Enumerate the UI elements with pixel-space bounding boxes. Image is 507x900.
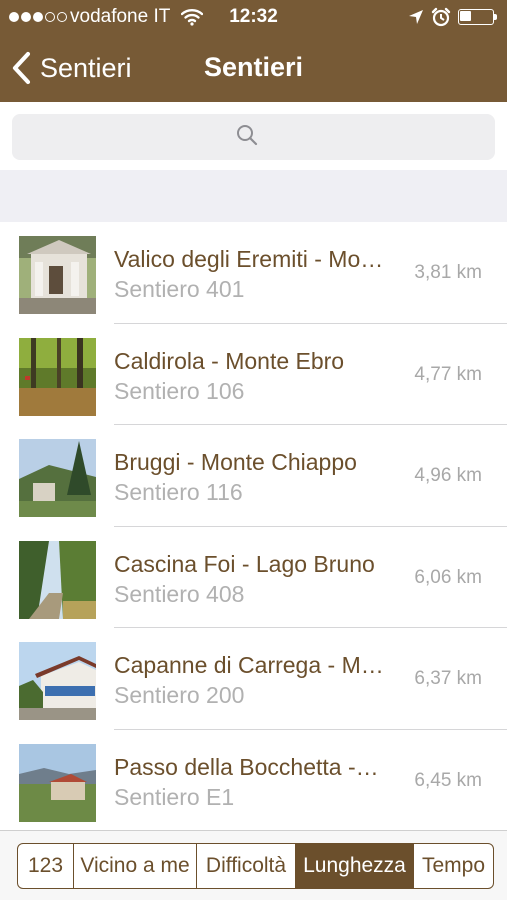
alarm-clock-icon — [431, 7, 451, 27]
trail-title: Passo della Bocchetta -… — [114, 753, 379, 780]
trail-subtitle: Sentiero 200 — [114, 682, 245, 708]
header: vodafone IT 12:32 Sentieri Sentieri — [0, 0, 507, 102]
trail-item[interactable]: Bruggi - Monte Chiappo Sentiero 116 4,96… — [0, 425, 507, 527]
location-arrow-icon — [409, 10, 423, 24]
trail-thumbnail — [19, 337, 96, 416]
trail-list: Valico degli Eremiti - Mo… Sentiero 401 … — [0, 222, 507, 831]
search-bar — [0, 102, 507, 170]
trail-distance: 3,81 km — [414, 262, 482, 283]
trail-subtitle: Sentiero 408 — [114, 580, 245, 607]
trail-title: Caldirola - Monte Ebro — [114, 347, 345, 374]
trail-thumbnail — [19, 642, 96, 720]
trail-thumbnail — [19, 236, 96, 314]
trail-thumbnail — [19, 439, 96, 517]
trail-item[interactable]: Cascina Foi - Lago Bruno Sentiero 408 6,… — [0, 527, 507, 628]
magnifier-icon — [237, 125, 258, 146]
navigation-bar: Sentieri Sentieri — [0, 34, 507, 102]
trail-thumbnail — [19, 540, 96, 619]
trail-thumbnail — [19, 743, 96, 822]
trail-item[interactable]: Capanne di Carrega - M… Sentiero 200 6,3… — [0, 628, 507, 730]
trail-item[interactable]: Caldirola - Monte Ebro Sentiero 106 4,77… — [0, 324, 507, 425]
sort-toolbar: 123 Vicino a me Difficoltà Lunghezza Tem… — [0, 830, 507, 900]
trail-title: Cascina Foi - Lago Bruno — [114, 550, 375, 577]
trail-subtitle: Sentiero E1 — [114, 783, 235, 810]
status-bar: vodafone IT 12:32 — [0, 0, 507, 34]
section-header — [0, 170, 507, 222]
page-title: Sentieri — [203, 52, 304, 82]
trail-item[interactable]: Passo della Bocchetta -… Sentiero E1 6,4… — [0, 730, 507, 832]
trail-subtitle: Sentiero 401 — [114, 276, 245, 302]
trail-subtitle: Sentiero 106 — [114, 377, 245, 404]
trail-distance: 6,37 km — [414, 668, 482, 689]
trail-distance: 4,77 km — [414, 363, 482, 385]
trail-subtitle: Sentiero 116 — [114, 479, 243, 505]
trail-distance: 6,45 km — [414, 769, 482, 791]
trail-title: Bruggi - Monte Chiappo — [114, 449, 357, 475]
battery-icon — [458, 9, 498, 25]
sort-option-number[interactable]: 123 — [18, 844, 74, 888]
sort-option-time[interactable]: Tempo — [414, 844, 493, 888]
trail-item[interactable]: Valico degli Eremiti - Mo… Sentiero 401 … — [0, 222, 507, 324]
sort-option-difficulty[interactable]: Difficoltà — [197, 844, 296, 888]
trail-distance: 4,96 km — [414, 465, 482, 486]
screen: vodafone IT 12:32 Sentieri Sentieri Vali… — [0, 0, 507, 900]
trail-distance: 6,06 km — [414, 566, 482, 588]
trail-title: Capanne di Carrega - M… — [114, 652, 384, 678]
sort-segmented-control: 123 Vicino a me Difficoltà Lunghezza Tem… — [17, 843, 494, 889]
sort-option-nearby[interactable]: Vicino a me — [74, 844, 197, 888]
sort-option-length[interactable]: Lunghezza — [296, 844, 414, 888]
trail-title: Valico degli Eremiti - Mo… — [114, 246, 384, 272]
